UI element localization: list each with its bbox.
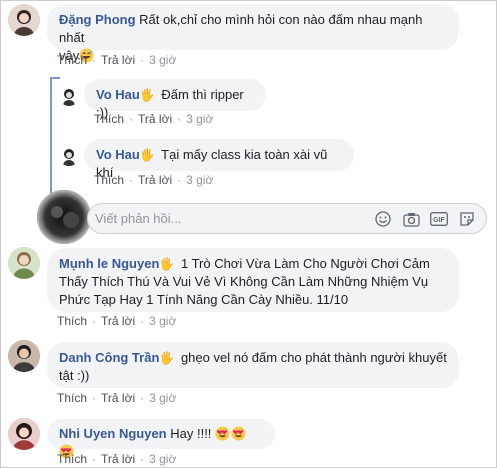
- comment-author[interactable]: Nhi Uyen Nguyen: [59, 426, 167, 441]
- like-link[interactable]: Thích: [94, 112, 124, 126]
- camera-icon[interactable]: [402, 210, 420, 228]
- avatar[interactable]: [59, 86, 79, 106]
- reply-link[interactable]: Trả lời: [101, 391, 135, 405]
- reply-link[interactable]: Trả lời: [101, 53, 135, 67]
- sticker-icon[interactable]: [458, 210, 476, 228]
- avatar-image-icon: [59, 146, 79, 166]
- reply-thread-line: [50, 77, 52, 194]
- comment-author[interactable]: Danh Công Trần: [59, 350, 159, 365]
- comment-time[interactable]: 3 giờ: [149, 314, 176, 328]
- reply-placeholder: Viết phản hồi...: [95, 211, 182, 226]
- waving-hand-icon: 🖐: [139, 88, 155, 102]
- svg-text:GIF: GIF: [433, 217, 445, 224]
- avatar[interactable]: [59, 146, 79, 166]
- like-link[interactable]: Thích: [57, 452, 87, 466]
- current-user-avatar: [37, 190, 91, 244]
- comment-author[interactable]: Mụnh le Nguyen: [59, 256, 159, 271]
- like-link[interactable]: Thích: [57, 53, 87, 67]
- gif-icon[interactable]: GIF: [430, 210, 448, 228]
- comment-actions: Thích · Trả lời · 3 giờ: [94, 112, 214, 126]
- avatar-image-icon: [8, 340, 40, 372]
- comment-actions: Thích · Trả lời · 3 giờ: [57, 391, 177, 405]
- like-link[interactable]: Thích: [57, 391, 87, 405]
- avatar-image-icon: [8, 4, 40, 36]
- reply-link[interactable]: Trả lời: [138, 112, 172, 126]
- avatar[interactable]: [8, 4, 40, 36]
- comment-actions: Thích · Trả lời · 3 giờ: [57, 452, 177, 466]
- reply-thread-cap: [50, 77, 60, 79]
- comment-time[interactable]: 3 giờ: [149, 53, 176, 67]
- reply-tools: GIF: [374, 210, 476, 228]
- comment-bubble: Danh Công Trần🖐 ghẹo vel nó đấm cho phát…: [47, 342, 459, 388]
- avatar[interactable]: [8, 340, 40, 372]
- smiley-icon[interactable]: [374, 210, 392, 228]
- comment-actions: Thích · Trả lời · 3 giờ: [57, 314, 177, 328]
- reply-link[interactable]: Trả lời: [101, 314, 135, 328]
- reply-input[interactable]: Viết phản hồi... GIF: [87, 203, 487, 234]
- waving-hand-icon: 🖐: [159, 257, 175, 271]
- like-link[interactable]: Thích: [57, 314, 87, 328]
- avatar-image-icon: [59, 86, 79, 106]
- comment-author[interactable]: Vo Hau: [96, 147, 140, 162]
- blurred-avatar-icon: [37, 190, 91, 244]
- comment-time[interactable]: 3 giờ: [186, 173, 213, 187]
- comment-time[interactable]: 3 giờ: [149, 452, 176, 466]
- comment-bubble: Nhi Uyen Nguyen Hay !!!!: [47, 419, 275, 459]
- waving-hand-icon: 🖐: [139, 148, 155, 162]
- avatar[interactable]: [8, 418, 40, 450]
- comment-time[interactable]: 3 giờ: [186, 112, 213, 126]
- comment-text: ghẹo vel nó đấm cho phát thành người khu…: [177, 350, 447, 365]
- reply-bubble: Vo Hau🖐 Tại mấy class kia toàn xài vũ kh…: [84, 139, 354, 180]
- comment-actions: Thích · Trả lời · 3 giờ: [94, 173, 214, 187]
- comment-text-line3: Phức Tạp Hay 1 Tính Năng Cần Cày Nhiều. …: [59, 292, 349, 307]
- comment-text: 1 Trò Chơi Vừa Làm Cho Người Chơi Cảm: [177, 256, 430, 271]
- like-link[interactable]: Thích: [94, 173, 124, 187]
- heart-eyes-emoji-icon: [215, 426, 230, 441]
- comment-text-line2: tật :)): [59, 368, 90, 383]
- comment-text: Hay !!!!: [166, 426, 216, 441]
- comment-author[interactable]: Vo Hau: [96, 87, 140, 102]
- reply-bubble: Vo Hau🖐 Đấm thì ripper :)): [84, 79, 266, 120]
- comment-bubble: Mụnh le Nguyen🖐 1 Trò Chơi Vừa Làm Cho N…: [47, 248, 459, 312]
- reply-link[interactable]: Trả lời: [101, 452, 135, 466]
- heart-eyes-emoji-icon: [231, 426, 246, 441]
- reply-link[interactable]: Trả lời: [138, 173, 172, 187]
- comment-time[interactable]: 3 giờ: [149, 391, 176, 405]
- waving-hand-icon: 🖐: [159, 351, 175, 365]
- comment-author[interactable]: Đặng Phong: [59, 12, 136, 27]
- avatar-image-icon: [8, 247, 40, 279]
- avatar-image-icon: [8, 418, 40, 450]
- comment-text-line2: Thấy Thích Thú Và Vui Vẻ Vì Không Cần Là…: [59, 274, 429, 289]
- comment-bubble: Đặng Phong Rất ok,chỉ cho mình hỏi con n…: [47, 4, 459, 63]
- comment-actions: Thích · Trả lời · 3 giờ: [57, 53, 177, 67]
- avatar[interactable]: [8, 247, 40, 279]
